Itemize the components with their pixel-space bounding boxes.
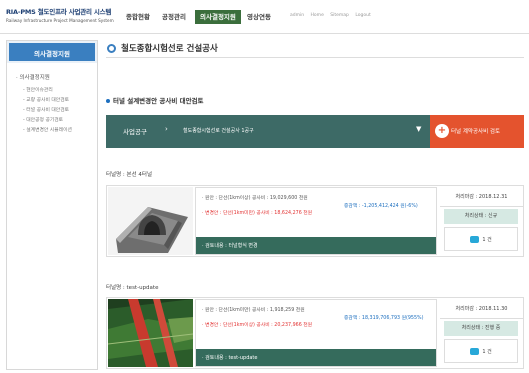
review-content-bar: · 검토내용 : 터널형식 변경	[196, 237, 436, 254]
original-plan: · 원안 : 단선(1km이상) 공사비 : 19,029,600 천원	[202, 196, 308, 201]
tunnel-status-panel: 처리마감 : 2018.11.30 처리상태 : 진행 중 1 건	[440, 299, 523, 367]
nav-process[interactable]: 공정관리	[162, 10, 186, 24]
chevron-right-icon: ›	[165, 125, 168, 133]
change-plan: · 변경안 : 단선(1km미만) 공사비 : 18,624,276 천원	[202, 211, 313, 216]
bullet-icon	[106, 99, 110, 103]
logo-title: RIA-PMS 철도인프라 사업관리 시스템	[6, 8, 112, 16]
title-circle-icon	[107, 44, 116, 53]
tunnel-info: · 원안 : 단선(1km이상) 공사비 : 19,029,600 천원 · 변…	[195, 187, 437, 255]
sidebar-section[interactable]: · 의사결정지원	[16, 73, 97, 81]
tunnel-card[interactable]: · 원안 : 단선(1km이상) 공사비 : 19,029,600 천원 · 변…	[106, 185, 524, 257]
sidebar: 의사결정지원 · 의사결정지원 - 현안이슈관리 - 교량 공사비 대안검토 -…	[6, 40, 98, 370]
util-home[interactable]: Home	[311, 13, 324, 18]
sidebar-item-bridge-cost[interactable]: - 교량 공사비 대안검토	[23, 96, 97, 103]
deadline: 처리마감 : 2018.12.31	[440, 187, 523, 207]
utility-links: admin Home Sitemap Logout	[290, 13, 376, 18]
sidebar-item-schedule[interactable]: - 대안공정 공기검토	[23, 116, 97, 123]
comments-button[interactable]: 1 건	[444, 227, 518, 251]
page: RIA-PMS 철도인프라 사업관리 시스템 Railway Infrastru…	[0, 0, 529, 373]
comments-button[interactable]: 1 건	[444, 339, 518, 363]
section-subtitle: 터널 설계변경안 공사비 대안검토	[106, 95, 204, 105]
comment-icon	[470, 236, 480, 243]
selector-label: 사업공구	[123, 128, 147, 136]
tunnel-status-panel: 처리마감 : 2018.12.31 처리상태 : 신규 1 건	[440, 187, 523, 255]
cost-difference: 증감액 : -1,205,412,424 원(-6%)	[344, 204, 418, 209]
comments-count: 1 건	[482, 349, 492, 355]
sidebar-item-issues[interactable]: - 현안이슈관리	[23, 86, 97, 93]
change-plan: · 변경안 : 단선(1km이상) 공사비 : 20,237,966 천원	[202, 323, 313, 328]
tunnel-model-image	[108, 187, 193, 255]
project-selector-bar: 사업공구 › 철도종합시험선로 건설공사 1공구 ▼ + 터널 계약공사비 검토	[106, 115, 524, 148]
comments-count: 1 건	[482, 237, 492, 243]
tunnel-name: 터널명 : 본선 4터널	[106, 172, 153, 178]
cost-difference: 증감액 : 18,319,706,793 원(955%)	[344, 316, 424, 321]
main-content: 철도종합시험선로 건설공사 터널 설계변경안 공사비 대안검토 사업공구 › 철…	[106, 40, 524, 370]
contract-cost-review-label: 터널 계약공사비 검토	[451, 129, 501, 135]
nav-decision-support[interactable]: 의사결정지원	[195, 10, 241, 24]
sidebar-title: 의사결정지원	[7, 41, 97, 63]
logo[interactable]: RIA-PMS 철도인프라 사업관리 시스템 Railway Infrastru…	[6, 6, 118, 23]
status-badge: 처리상태 : 진행 중	[444, 321, 518, 336]
contract-cost-review-button[interactable]: + 터널 계약공사비 검토	[430, 115, 524, 148]
review-content-bar: · 검토내용 : test-update	[196, 349, 436, 366]
util-sitemap[interactable]: Sitemap	[330, 13, 349, 18]
project-select[interactable]: 철도종합시험선로 건설공사 1공구	[183, 127, 254, 134]
tunnel-card[interactable]: · 원안 : 단선(1km미만) 공사비 : 1,918,259 천원 · 변경…	[106, 297, 524, 369]
tunnel-model-image	[108, 299, 193, 367]
dropdown-arrow-icon[interactable]: ▼	[416, 125, 421, 133]
original-plan: · 원안 : 단선(1km미만) 공사비 : 1,918,259 천원	[202, 308, 305, 313]
sidebar-item-label: 터널 공사비 대안검토	[26, 108, 70, 113]
sidebar-item-label: 대안공정 공기검토	[26, 118, 64, 123]
util-admin[interactable]: admin	[290, 13, 304, 18]
review-content: · 검토내용 : test-update	[202, 355, 258, 361]
header: RIA-PMS 철도인프라 사업관리 시스템 Railway Infrastru…	[0, 0, 529, 34]
page-title-row: 철도종합시험선로 건설공사	[106, 40, 524, 58]
status-badge: 처리상태 : 신규	[444, 209, 518, 224]
deadline: 처리마감 : 2018.11.30	[440, 299, 523, 319]
logo-subtitle: Railway Infrastructure Project Managemen…	[6, 18, 114, 23]
comment-icon	[470, 348, 480, 355]
sidebar-item-label: 설계변경안 시뮬레이션	[26, 128, 72, 133]
plus-icon: +	[435, 124, 449, 138]
tunnel-name: 터널명 : test-update	[106, 285, 159, 291]
sidebar-item-simulation[interactable]: - 설계변경안 시뮬레이션	[23, 126, 97, 133]
nav-overview[interactable]: 종합현황	[126, 10, 150, 24]
page-title: 철도종합시험선로 건설공사	[121, 44, 218, 54]
section-subtitle-text: 터널 설계변경안 공사비 대안검토	[113, 97, 204, 105]
nav-video[interactable]: 영상연동	[247, 10, 271, 24]
review-content: · 검토내용 : 터널형식 변경	[202, 243, 258, 249]
sidebar-section-label: 의사결정지원	[19, 75, 50, 81]
sidebar-item-tunnel-cost[interactable]: - 터널 공사비 대안검토	[23, 106, 97, 113]
sidebar-item-label: 교량 공사비 대안검토	[26, 98, 70, 103]
tunnel-info: · 원안 : 단선(1km미만) 공사비 : 1,918,259 천원 · 변경…	[195, 299, 437, 367]
sidebar-item-label: 현안이슈관리	[26, 88, 53, 93]
util-logout[interactable]: Logout	[355, 13, 370, 18]
